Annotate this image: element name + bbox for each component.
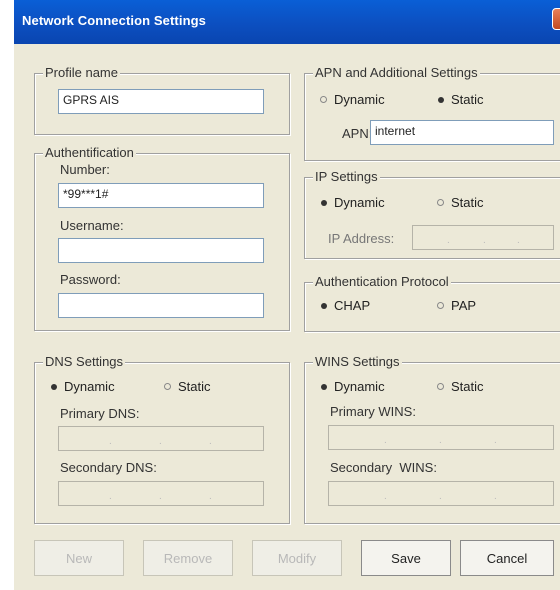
window-title: Network Connection Settings <box>22 13 206 28</box>
ip-dynamic-radio[interactable]: Dynamic <box>320 195 385 210</box>
number-input[interactable]: *99***1# <box>58 183 264 208</box>
pap-label: PAP <box>451 298 477 313</box>
radio-off-icon <box>437 301 445 310</box>
wins-dynamic-label: Dynamic <box>334 379 385 394</box>
secondary-dns-label: Secondary DNS: <box>60 460 157 475</box>
apn-dynamic-label: Dynamic <box>334 92 385 107</box>
auth-protocol-legend: Authentication Protocol <box>313 274 451 289</box>
close-icon[interactable] <box>552 8 560 30</box>
secondary-dns-input[interactable]: ... <box>58 481 264 506</box>
apn-legend: APN and Additional Settings <box>313 65 480 80</box>
ip-address-input[interactable]: ... <box>412 225 554 250</box>
apn-label: APN: <box>342 126 373 141</box>
modify-button[interactable]: Modify <box>252 540 342 576</box>
primary-wins-label: Primary WINS: <box>330 404 416 419</box>
radio-on-icon <box>320 199 328 207</box>
wins-static-radio[interactable]: Static <box>437 379 484 394</box>
remove-button[interactable]: Remove <box>143 540 233 576</box>
authentication-legend: Authentification <box>43 145 136 160</box>
username-label: Username: <box>60 218 124 233</box>
ip-static-radio[interactable]: Static <box>437 195 484 210</box>
secondary-wins-input[interactable]: ... <box>328 481 554 506</box>
number-label: Number: <box>60 162 110 177</box>
ip-static-label: Static <box>451 195 484 210</box>
title-bar[interactable]: Network Connection Settings <box>14 0 560 44</box>
dns-static-radio[interactable]: Static <box>164 379 211 394</box>
pap-radio[interactable]: PAP <box>437 298 476 313</box>
wins-dynamic-radio[interactable]: Dynamic <box>320 379 385 394</box>
chap-label: CHAP <box>334 298 371 313</box>
apn-static-label: Static <box>451 92 484 107</box>
wins-settings-legend: WINS Settings <box>313 354 402 369</box>
password-input[interactable] <box>58 293 264 318</box>
primary-dns-label: Primary DNS: <box>60 406 140 421</box>
apn-input[interactable]: internet <box>370 120 554 145</box>
dns-static-label: Static <box>178 379 211 394</box>
network-settings-dialog: Network Connection Settings Profile name… <box>14 0 560 590</box>
dns-dynamic-radio[interactable]: Dynamic <box>50 379 115 394</box>
radio-on-icon <box>50 383 58 391</box>
password-label: Password: <box>60 272 121 287</box>
apn-static-radio[interactable]: Static <box>437 92 484 107</box>
primary-dns-input[interactable]: ... <box>58 426 264 451</box>
radio-off-icon <box>164 382 172 391</box>
radio-off-icon <box>437 198 445 207</box>
cancel-button[interactable]: Cancel <box>460 540 554 576</box>
radio-on-icon <box>320 383 328 391</box>
primary-wins-input[interactable]: ... <box>328 425 554 450</box>
username-input[interactable] <box>58 238 264 263</box>
ip-address-label: IP Address: <box>328 231 395 246</box>
ip-dynamic-label: Dynamic <box>334 195 385 210</box>
save-button[interactable]: Save <box>361 540 451 576</box>
secondary-wins-label: Secondary WINS: <box>330 460 437 475</box>
radio-off-icon <box>437 382 445 391</box>
radio-on-icon <box>437 96 445 104</box>
dns-dynamic-label: Dynamic <box>64 379 115 394</box>
radio-off-icon <box>320 95 328 104</box>
profile-name-input[interactable]: GPRS AIS <box>58 89 264 114</box>
dns-settings-legend: DNS Settings <box>43 354 126 369</box>
new-button[interactable]: New <box>34 540 124 576</box>
wins-static-label: Static <box>451 379 484 394</box>
apn-dynamic-radio[interactable]: Dynamic <box>320 92 385 107</box>
ip-settings-legend: IP Settings <box>313 169 380 184</box>
apn-group: APN and Additional Settings <box>304 65 560 161</box>
radio-on-icon <box>320 302 328 310</box>
chap-radio[interactable]: CHAP <box>320 298 370 313</box>
profile-legend: Profile name <box>43 65 120 80</box>
